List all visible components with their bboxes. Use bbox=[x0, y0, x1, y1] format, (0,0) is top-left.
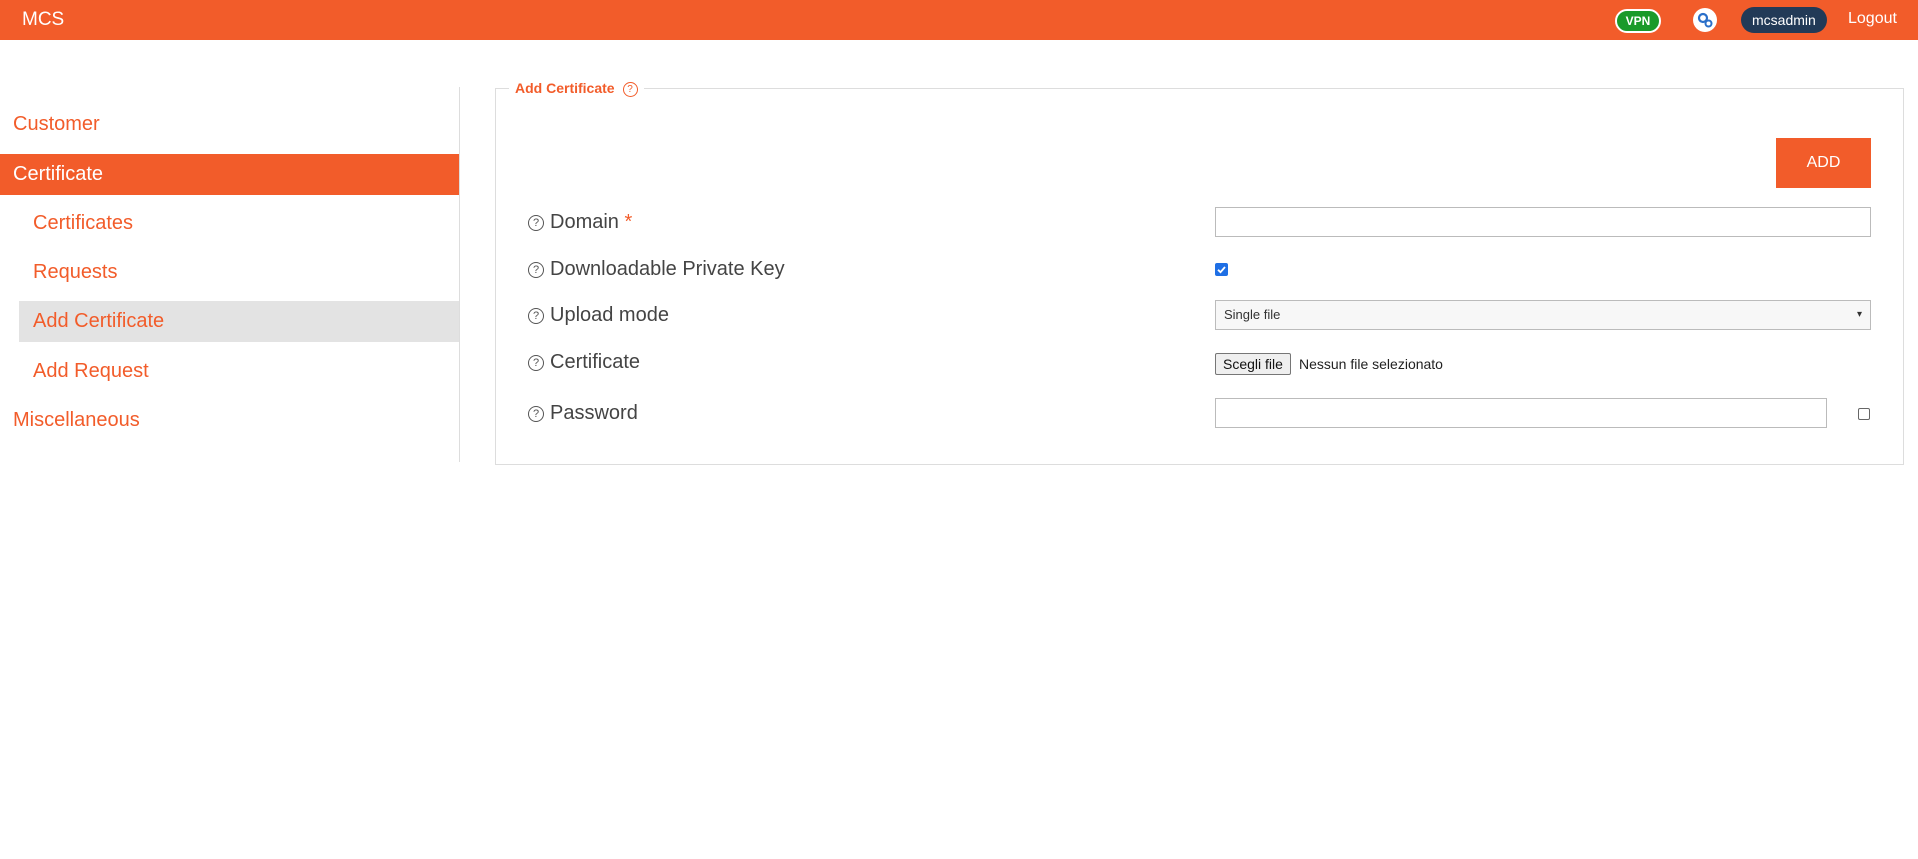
upload-mode-value: Single file bbox=[1224, 307, 1281, 322]
show-password-checkbox[interactable] bbox=[1858, 408, 1870, 420]
private-key-help-icon[interactable]: ? bbox=[528, 262, 544, 278]
user-badge[interactable]: mcsadmin bbox=[1741, 7, 1827, 33]
private-key-checkbox[interactable] bbox=[1215, 263, 1228, 276]
vpn-badge[interactable]: VPN bbox=[1615, 9, 1661, 33]
logout-link[interactable]: Logout bbox=[1848, 10, 1897, 28]
domain-label-row: ? Domain * bbox=[528, 207, 632, 237]
legend-help-icon[interactable]: ? bbox=[622, 82, 638, 97]
password-help-icon[interactable]: ? bbox=[528, 406, 544, 422]
upload-mode-select[interactable]: Single file ▾ bbox=[1215, 300, 1871, 330]
required-marker: * bbox=[624, 211, 633, 233]
top-bar: MCS VPN mcsadmin Logout bbox=[0, 0, 1918, 40]
domain-help-icon[interactable]: ? bbox=[528, 215, 544, 231]
sidebar-item-add-certificate[interactable]: Add Certificate bbox=[19, 301, 459, 342]
certificate-label-row: ? Certificate bbox=[528, 347, 640, 377]
legend-title: Add Certificate bbox=[515, 80, 615, 96]
password-input[interactable] bbox=[1215, 398, 1827, 428]
sidebar-item-certificate[interactable]: Certificate bbox=[0, 154, 459, 195]
sidebar-item-add-request[interactable]: Add Request bbox=[19, 351, 459, 392]
upload-mode-label: Upload mode bbox=[550, 304, 669, 326]
domain-input[interactable] bbox=[1215, 207, 1871, 237]
password-label: Password bbox=[550, 402, 638, 424]
add-button[interactable]: ADD bbox=[1776, 138, 1871, 188]
upload-mode-help-icon[interactable]: ? bbox=[528, 308, 544, 324]
choose-file-button[interactable]: Scegli file bbox=[1215, 353, 1291, 375]
upload-mode-label-row: ? Upload mode bbox=[528, 300, 669, 330]
certificate-label: Certificate bbox=[550, 351, 641, 373]
certificate-help-icon[interactable]: ? bbox=[528, 355, 544, 371]
file-status-text: Nessun file selezionato bbox=[1299, 356, 1443, 372]
checkmark-icon bbox=[1217, 266, 1226, 274]
sidebar-item-miscellaneous[interactable]: Miscellaneous bbox=[0, 400, 459, 441]
fieldset-legend: Add Certificate? bbox=[509, 78, 644, 98]
brand-logo[interactable]: MCS bbox=[22, 9, 64, 31]
sidebar-item-certificates[interactable]: Certificates bbox=[19, 203, 459, 244]
sidebar-item-requests[interactable]: Requests bbox=[19, 252, 459, 293]
password-label-row: ? Password bbox=[528, 398, 638, 428]
domain-label: Domain bbox=[550, 211, 619, 233]
sidebar-item-customer[interactable]: Customer bbox=[0, 104, 459, 145]
private-key-label: Downloadable Private Key bbox=[550, 258, 785, 280]
private-key-label-row: ? Downloadable Private Key bbox=[528, 254, 785, 284]
settings-gear-icon[interactable] bbox=[1693, 8, 1717, 32]
chevron-down-icon: ▾ bbox=[1856, 309, 1862, 320]
